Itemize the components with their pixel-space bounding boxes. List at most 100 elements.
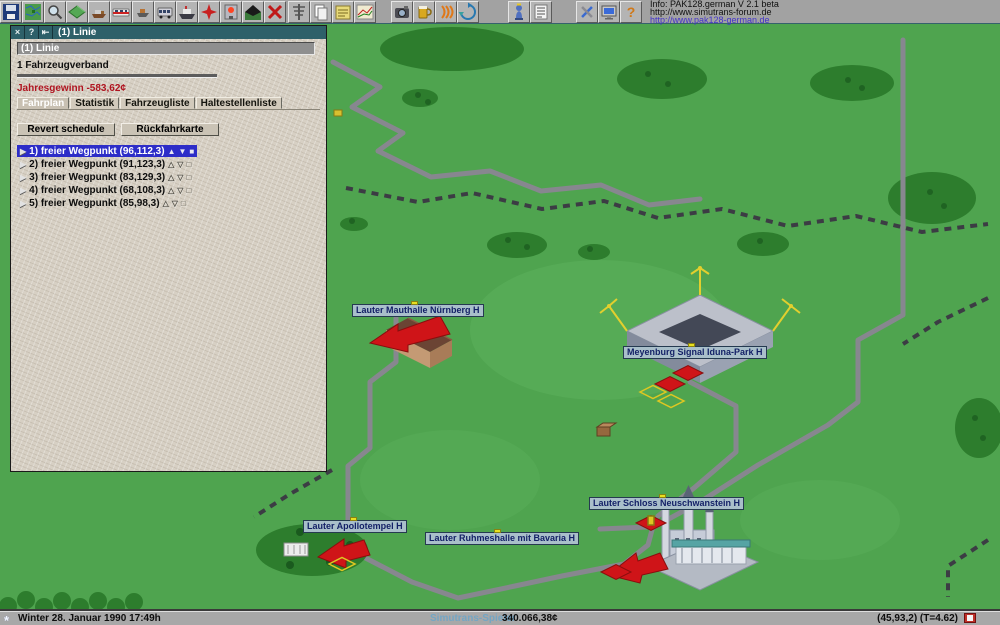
waypoint-text: 4) freier Wegpunkt (68,108,3) xyxy=(29,185,165,196)
small-building xyxy=(334,110,342,116)
top-toolbar: ? Info: PAK128.german V 2.1 beta http://… xyxy=(0,0,1000,24)
ship-icon xyxy=(177,2,197,22)
magnifier-icon xyxy=(45,2,65,22)
move-up-icon[interactable]: △ xyxy=(168,160,174,169)
signal-icon xyxy=(221,2,241,22)
tool-pause[interactable] xyxy=(413,1,435,23)
waypoint-row-4[interactable]: ▶ 4) freier Wegpunkt (68,108,3) △ ▽ □ xyxy=(17,184,194,196)
return-ticket-button[interactable]: Rückfahrkarte xyxy=(121,123,219,136)
tab-fahrzeugliste[interactable]: Fahrzeugliste xyxy=(120,97,194,109)
tab-fahrplan[interactable]: Fahrplan xyxy=(17,97,69,109)
tool-finance-chart[interactable] xyxy=(354,1,376,23)
tool-terrain[interactable] xyxy=(66,1,88,23)
label-tick xyxy=(688,343,695,347)
tool-railways[interactable] xyxy=(110,1,132,23)
move-up-icon[interactable]: △ xyxy=(163,199,169,208)
move-down-icon[interactable]: ▽ xyxy=(172,199,178,208)
tab-statistik[interactable]: Statistik xyxy=(70,97,119,109)
move-down-icon[interactable]: ▽ xyxy=(177,173,183,182)
toolbar-spacer xyxy=(376,0,391,22)
tool-help[interactable]: ? xyxy=(620,1,642,23)
chart-icon xyxy=(355,2,375,22)
pak-info-link[interactable]: http://www.pak128-german.de xyxy=(650,16,779,24)
label-tick xyxy=(659,494,666,498)
station-label-ruhmeshalle[interactable]: Lauter Ruhmeshalle mit Bavaria H xyxy=(425,532,579,545)
bus-icon xyxy=(155,2,175,22)
label-tick xyxy=(411,301,418,305)
move-up-icon[interactable]: ▲ xyxy=(168,147,176,156)
schedule-button-row: Revert schedule Rückfahrkarte xyxy=(17,123,320,136)
move-down-icon[interactable]: ▽ xyxy=(177,160,183,169)
tool-remove[interactable] xyxy=(264,1,286,23)
move-down-icon[interactable]: ▼ xyxy=(179,147,187,156)
tab-bar: Fahrplan Statistik Fahrzeugliste Haltest… xyxy=(17,97,320,110)
status-bar: * Winter 28. Januar 1990 17:49h Simutran… xyxy=(0,611,1000,625)
camera-icon xyxy=(392,2,412,22)
delete-entry-icon[interactable]: ■ xyxy=(189,147,194,156)
convoy-count-text: 1 Fahrzeugverband xyxy=(17,60,320,71)
station-label-mauthalle[interactable]: Lauter Mauthalle Nürnberg H xyxy=(352,304,484,317)
window-content: (1) Linie 1 Fahrzeugverband Jahresgewinn… xyxy=(11,39,326,213)
delete-entry-icon[interactable]: □ xyxy=(181,199,186,208)
tool-settings[interactable] xyxy=(576,1,598,23)
pin-icon[interactable]: ⇤ xyxy=(39,26,53,39)
delete-entry-icon[interactable]: □ xyxy=(186,173,191,182)
waypoint-row-5[interactable]: ▶ 5) freier Wegpunkt (85,98,3) △ ▽ □ xyxy=(17,197,189,209)
timeline-warning-icon[interactable] xyxy=(964,613,976,623)
terrain-icon xyxy=(67,2,87,22)
tool-screenshot[interactable] xyxy=(391,1,413,23)
boat-icon xyxy=(133,2,153,22)
waypoint-row-3[interactable]: ▶ 3) freier Wegpunkt (83,129,3) △ ▽ □ xyxy=(17,171,194,183)
move-up-icon[interactable]: △ xyxy=(168,173,174,182)
play-arrow-icon: ▶ xyxy=(20,160,26,169)
line-name-input[interactable]: (1) Linie xyxy=(17,42,315,55)
tool-harbour[interactable] xyxy=(176,1,198,23)
window-titlebar[interactable]: × ? ⇤ (1) Linie xyxy=(11,26,326,39)
window-help-icon[interactable]: ? xyxy=(25,26,39,39)
tool-waterways[interactable] xyxy=(88,1,110,23)
close-icon[interactable]: × xyxy=(11,26,25,39)
delete-entry-icon[interactable]: □ xyxy=(186,186,191,195)
play-arrow-icon: ▶ xyxy=(20,173,26,182)
tab-haltestellenliste[interactable]: Haltestellenliste xyxy=(196,97,282,109)
tool-copy[interactable] xyxy=(310,1,332,23)
tool-query[interactable] xyxy=(44,1,66,23)
tool-powerline[interactable] xyxy=(288,1,310,23)
tool-display-options[interactable] xyxy=(598,1,620,23)
tool-players[interactable] xyxy=(508,1,530,23)
waypoint-row-1[interactable]: ▶ 1) freier Wegpunkt (96,112,3) ▲ ▼ ■ xyxy=(17,145,197,157)
waypoint-text: 5) freier Wegpunkt (85,98,3) xyxy=(29,198,159,209)
station-label-apollotempel[interactable]: Lauter Apollotempel H xyxy=(303,520,407,533)
minimap-icon xyxy=(23,2,43,22)
delete-entry-icon[interactable]: □ xyxy=(186,160,191,169)
note-icon xyxy=(333,2,353,22)
move-down-icon[interactable]: ▽ xyxy=(177,186,183,195)
play-arrow-icon: ▶ xyxy=(20,186,26,195)
tool-airport[interactable] xyxy=(198,1,220,23)
copy-icon xyxy=(311,2,331,22)
waypoint-row-2[interactable]: ▶ 2) freier Wegpunkt (91,123,3) △ ▽ □ xyxy=(17,158,194,170)
simutrans-screen: Lauter Mauthalle Nürnberg H Meyenburg Si… xyxy=(0,0,1000,625)
move-up-icon[interactable]: △ xyxy=(168,186,174,195)
season-snowflake-icon: * xyxy=(4,613,9,625)
tool-rotate-view[interactable] xyxy=(457,1,479,23)
tool-schedule-note[interactable] xyxy=(332,1,354,23)
tool-fast-forward[interactable] xyxy=(435,1,457,23)
tool-depot[interactable] xyxy=(242,1,264,23)
powerline-icon xyxy=(289,2,309,22)
divider-bar xyxy=(17,74,217,78)
revert-schedule-button[interactable]: Revert schedule xyxy=(17,123,115,136)
tool-boats[interactable] xyxy=(132,1,154,23)
toolbar-spacer xyxy=(479,0,508,22)
station-label-neuschwanstein[interactable]: Lauter Schloss Neuschwanstein H xyxy=(589,497,744,510)
rotate-icon xyxy=(458,2,478,22)
tool-save[interactable] xyxy=(0,1,22,23)
station-label-iduna-park[interactable]: Meyenburg Signal Iduna-Park H xyxy=(623,346,767,359)
tool-minimap[interactable] xyxy=(22,1,44,23)
waypoint-text: 1) freier Wegpunkt (96,112,3) xyxy=(29,146,164,157)
pawn-icon xyxy=(509,2,529,22)
tool-signals[interactable] xyxy=(220,1,242,23)
tool-roads[interactable] xyxy=(154,1,176,23)
tools-icon xyxy=(577,2,597,22)
tool-line-list[interactable] xyxy=(530,1,552,23)
